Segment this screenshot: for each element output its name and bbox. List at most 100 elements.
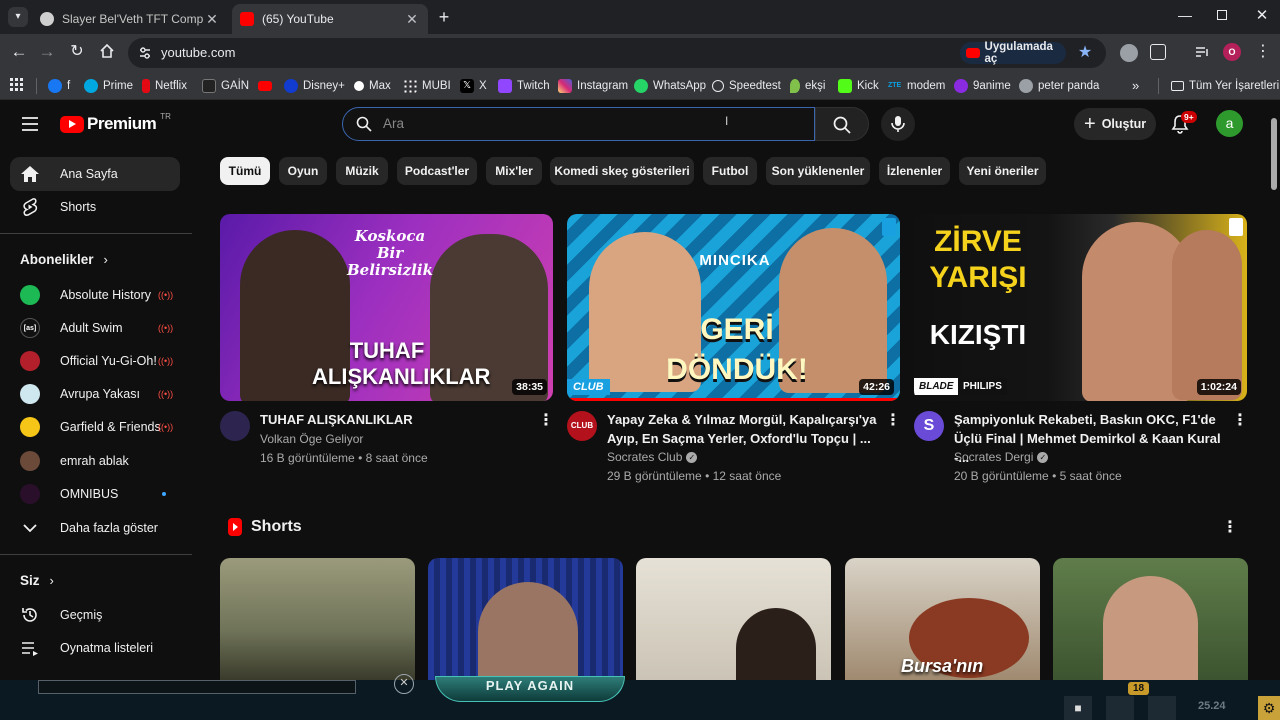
bookmark-whatsapp[interactable]: WhatsApp — [634, 77, 706, 95]
channel-avatar[interactable] — [220, 411, 250, 441]
short-thumbnail[interactable] — [636, 558, 831, 680]
new-tab-button[interactable]: + — [434, 7, 454, 27]
search-box[interactable]: Ara I — [342, 107, 815, 141]
search-button[interactable] — [815, 107, 869, 141]
bookmark-max[interactable]: Max — [354, 77, 391, 95]
account-avatar[interactable]: a — [1216, 110, 1243, 137]
subscription-yugioh[interactable]: Official Yu-Gi-Oh! ((•)) — [10, 344, 180, 378]
notifications-button[interactable]: 9+ — [1168, 110, 1197, 138]
chat-input-box[interactable] — [38, 680, 356, 694]
video-thumbnail[interactable]: MINCIKA GERİ DÖNDÜK! CLUB 42:26 — [567, 214, 900, 401]
hamburger-menu-icon[interactable] — [21, 116, 39, 132]
scrollbar-thumb[interactable] — [1271, 118, 1277, 190]
subscription-omnibus[interactable]: OMNIBUS — [10, 477, 180, 511]
channel-name[interactable]: Socrates Dergi ✓ — [954, 448, 1049, 466]
chip-comedy[interactable]: Komedi skeç gösterileri — [550, 157, 694, 185]
short-thumbnail[interactable] — [1053, 558, 1248, 680]
extension-badge-icon[interactable] — [1120, 44, 1138, 62]
bookmark-netflix[interactable]: Netflix — [142, 77, 187, 95]
mic-icon[interactable] — [1148, 696, 1176, 720]
forward-icon[interactable]: → — [38, 42, 56, 62]
page-scrollbar[interactable] — [1268, 100, 1280, 680]
all-bookmarks-folder[interactable]: Tüm Yer İşaretleri — [1171, 77, 1279, 95]
channel-name[interactable]: Socrates Club ✓ — [607, 448, 698, 466]
bookmark-peter-panda[interactable]: peter panda — [1019, 77, 1099, 95]
chip-gaming[interactable]: Oyun — [279, 157, 327, 185]
sidebar-item-history[interactable]: Geçmiş — [10, 598, 180, 632]
chip-music[interactable]: Müzik — [336, 157, 388, 185]
media-controls-icon[interactable] — [1194, 44, 1210, 60]
voice-search-button[interactable] — [881, 107, 915, 141]
maximize-button[interactable] — [1215, 8, 1229, 22]
video-thumbnail[interactable]: Koskoca Bir Belirsizlik TUHAF ALIŞKANLIK… — [220, 214, 553, 401]
reload-icon[interactable]: ↻ — [68, 42, 86, 62]
more-actions-icon[interactable]: ⋮ — [885, 411, 901, 431]
video-thumbnail[interactable]: ZİRVE YARIŞI KIZIŞTI BLADE PHILIPS 1:02:… — [914, 214, 1247, 401]
tab-youtube[interactable]: (65) YouTube ✕ — [232, 4, 428, 34]
video-title[interactable]: TUHAF ALIŞKANLIKLAR — [260, 410, 530, 429]
close-tab-icon[interactable]: ✕ — [204, 11, 220, 28]
chip-podcasts[interactable]: Podcast'ler — [397, 157, 477, 185]
short-thumbnail[interactable] — [220, 558, 415, 680]
youtube-premium-logo[interactable]: Premium TR — [60, 112, 171, 136]
search-input[interactable]: Ara — [383, 116, 404, 131]
close-tab-icon[interactable]: ✕ — [404, 11, 420, 28]
shorts-shelf-menu-icon[interactable]: ⋮ — [1222, 518, 1238, 538]
bookmark-mubi[interactable]: MUBI — [403, 77, 451, 95]
short-thumbnail[interactable]: Bursa'nın — [845, 558, 1040, 680]
subscription-adult-swim[interactable]: [as] Adult Swim ((•)) — [10, 311, 180, 345]
chip-mixes[interactable]: Mix'ler — [486, 157, 542, 185]
chip-recently-uploaded[interactable]: Son yüklenenler — [766, 157, 870, 185]
bookmark-gain[interactable]: GAİN — [202, 77, 249, 95]
more-bookmarks-icon[interactable]: » — [1132, 77, 1146, 95]
apps-icon[interactable] — [10, 78, 24, 92]
tab-search-button[interactable]: ▾ — [8, 7, 28, 27]
more-actions-icon[interactable]: ⋮ — [538, 411, 554, 431]
inventory-icon[interactable] — [1106, 696, 1134, 720]
browser-menu-icon[interactable]: ⋮ — [1255, 42, 1271, 62]
bookmark-facebook[interactable]: f — [48, 77, 70, 95]
open-in-app-button[interactable]: Uygulamada aç — [960, 41, 1066, 65]
subscription-emrah-ablak[interactable]: emrah ablak — [10, 444, 180, 478]
bookmark-twitch[interactable]: Twitch — [498, 77, 550, 95]
chip-watched[interactable]: İzlenenler — [879, 157, 950, 185]
sidebar-item-home[interactable]: Ana Sayfa — [10, 157, 180, 191]
bookmark-speedtest[interactable]: Speedtest — [712, 77, 781, 95]
sidebar-item-playlists[interactable]: Oynatma listeleri — [10, 631, 180, 665]
create-button[interactable]: + Oluştur — [1074, 108, 1156, 140]
bookmark-disney[interactable]: Disney+ — [284, 77, 345, 95]
site-info-icon[interactable] — [137, 45, 153, 61]
tab-tft-guide[interactable]: Slayer Bel'Veth TFT Comp Guide ✕ — [32, 4, 228, 34]
bookmark-prime[interactable]: Prime — [84, 77, 133, 95]
close-overlay-icon[interactable]: ✕ — [394, 674, 414, 694]
home-icon[interactable] — [98, 42, 116, 62]
bookmark-instagram[interactable]: Instagram — [558, 77, 628, 95]
chip-new-to-you[interactable]: Yeni öneriler — [959, 157, 1046, 185]
subscription-avrupa-yakasi[interactable]: Avrupa Yakası ((•)) — [10, 377, 180, 411]
bookmark-9anime[interactable]: 9anime — [954, 77, 1011, 95]
channel-avatar[interactable]: CLUB — [567, 411, 597, 441]
profile-avatar[interactable]: O — [1223, 43, 1241, 61]
bookmark-star-icon[interactable]: ★ — [1076, 43, 1094, 63]
channel-name[interactable]: Volkan Öge Geliyor — [260, 430, 363, 448]
close-window-button[interactable]: ✕ — [1253, 7, 1271, 25]
settings-icon[interactable]: ⚙ — [1258, 696, 1280, 720]
bookmark-kick[interactable]: Kick — [838, 77, 879, 95]
channel-avatar[interactable]: S — [914, 411, 944, 441]
chat-icon[interactable]: ■ — [1064, 696, 1092, 720]
bookmark-x[interactable]: 𝕏X — [460, 77, 487, 95]
bookmark-modem[interactable]: ZTE modem — [888, 77, 945, 95]
subscriptions-header[interactable]: Abonelikler › — [20, 252, 108, 267]
bookmark-youtube[interactable] — [258, 77, 272, 95]
video-title[interactable]: Yapay Zeka & Yılmaz Morgül, Kapalıçarşı'… — [607, 410, 877, 448]
more-actions-icon[interactable]: ⋮ — [1232, 411, 1248, 431]
you-header[interactable]: Siz › — [20, 573, 54, 588]
show-more-button[interactable]: Daha fazla göster — [10, 511, 180, 545]
back-icon[interactable]: ← — [10, 42, 28, 62]
bookmark-eksi[interactable]: ekşi — [790, 77, 825, 95]
short-thumbnail[interactable] — [428, 558, 623, 680]
extensions-icon[interactable] — [1150, 44, 1166, 60]
subscription-garfield[interactable]: Garfield & Friends ((•)) — [10, 410, 180, 444]
minimize-button[interactable]: — — [1176, 8, 1194, 26]
chip-all[interactable]: Tümü — [220, 157, 270, 185]
